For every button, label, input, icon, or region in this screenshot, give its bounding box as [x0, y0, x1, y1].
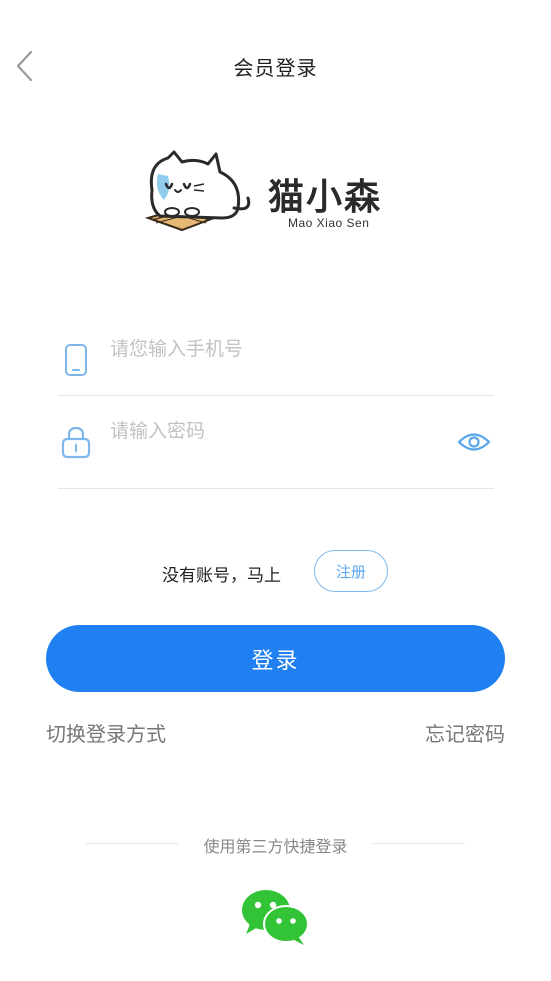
phone-field: [58, 320, 494, 396]
cat-mascot-icon: [144, 150, 251, 232]
wechat-icon: [242, 890, 309, 945]
third-party-login-label: 使用第三方快捷登录: [203, 837, 348, 856]
wechat-login-button[interactable]: [240, 888, 312, 948]
password-field: [58, 412, 494, 489]
login-button[interactable]: 登录: [46, 625, 505, 692]
register-prompt: 没有账号，马上: [162, 566, 281, 586]
switch-login-method-link[interactable]: 切换登录方式: [46, 718, 166, 747]
forgot-password-link[interactable]: 忘记密码: [425, 718, 505, 747]
eye-icon: [457, 433, 491, 451]
brand-name: 猫小森: [268, 177, 383, 218]
show-password-button[interactable]: [456, 412, 492, 472]
lock-icon: [58, 412, 94, 472]
phone-icon: [58, 330, 94, 390]
brand-subtitle: Mao Xiao Sen: [288, 216, 370, 230]
phone-input[interactable]: [108, 330, 432, 368]
register-button[interactable]: 注册: [314, 550, 388, 592]
page-title: 会员登录: [233, 56, 318, 80]
password-input[interactable]: [108, 412, 432, 450]
